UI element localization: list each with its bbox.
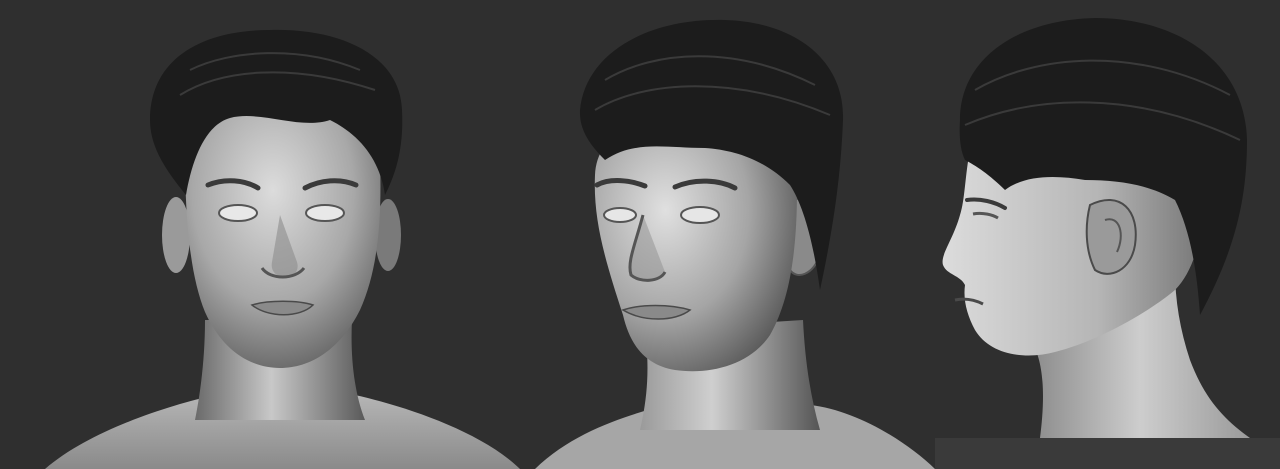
three-quarter-head-image	[535, 19, 935, 469]
ear	[1085, 199, 1137, 275]
front-view-render	[0, 0, 535, 469]
front-head-image	[45, 29, 520, 469]
three-quarter-view-render	[535, 0, 935, 469]
profile-view-render	[935, 0, 1280, 469]
profile-head-image	[942, 18, 1250, 438]
render-stage	[0, 0, 1280, 469]
